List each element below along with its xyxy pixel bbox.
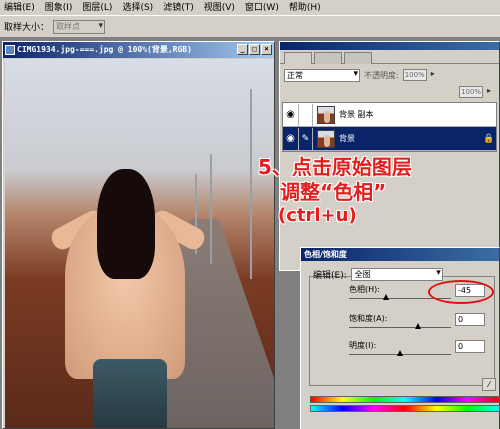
photoshop-doc-icon — [5, 45, 15, 55]
fill-field[interactable]: 100% — [459, 86, 483, 98]
lightness-slider-handle[interactable] — [397, 350, 403, 356]
annotation-line-3: (ctrl+u) — [278, 205, 357, 226]
street-lamp — [210, 154, 212, 264]
opacity-label: 不透明度: — [364, 70, 399, 80]
opacity-arrow-icon[interactable]: ▸ — [431, 69, 439, 81]
lock-row: 100% ▸ — [284, 85, 495, 99]
saturation-control: 饱和度(A): 0 — [349, 313, 489, 329]
edit-row: 编辑(E): 全图 — [313, 268, 443, 281]
menu-select[interactable]: 选择(S) — [118, 0, 159, 16]
blend-mode-select[interactable]: 正常 — [284, 68, 360, 82]
layer-row[interactable]: ◉ 背景 副本 — [283, 103, 496, 127]
document-title-bar[interactable]: CIMG1934.jpg-===.jpg @ 100%(背景,RGB) _ □ … — [3, 42, 274, 58]
layer-thumbnail — [317, 129, 335, 148]
brush-icon[interactable]: ✎ — [299, 127, 313, 150]
annotation-line-1: 5、点击原始图层 — [258, 155, 412, 179]
color-spectrum-bars — [310, 396, 500, 412]
menu-edit[interactable]: 编辑(E) — [0, 0, 41, 16]
girl-jeans — [93, 359, 167, 428]
link-icon[interactable] — [299, 103, 313, 126]
layer-name: 背景 副本 — [339, 110, 374, 119]
menu-image[interactable]: 图象(I) — [41, 0, 79, 16]
dialog-title[interactable]: 色相/饱和度 — [301, 248, 499, 261]
photo-canvas[interactable] — [5, 59, 274, 428]
sample-size-label: 取样大小： — [4, 23, 50, 33]
edit-select[interactable]: 全图 — [350, 268, 443, 281]
menu-window[interactable]: 窗口(W) — [241, 0, 285, 16]
close-icon[interactable]: × — [261, 44, 272, 55]
minimize-icon[interactable]: _ — [237, 44, 248, 55]
window-controls: _ □ × — [237, 44, 272, 55]
saturation-slider-track[interactable] — [349, 327, 451, 328]
menu-view[interactable]: 视图(V) — [200, 0, 241, 16]
document-title: CIMG1934.jpg-===.jpg @ 100%(背景,RGB) — [17, 45, 192, 54]
input-spectrum-bar — [310, 396, 500, 403]
menu-bar: 编辑(E) 图象(I) 图层(L) 选择(S) 滤镜(T) 视图(V) 窗口(W… — [0, 0, 500, 16]
girl-hair — [97, 169, 155, 279]
panel-title-bar[interactable] — [280, 42, 499, 50]
layer-name: 背景 — [339, 134, 355, 143]
panel-tabs — [280, 50, 499, 64]
fill-arrow-icon[interactable]: ▸ — [487, 86, 495, 98]
sample-size-select[interactable]: 取样点 — [53, 19, 106, 34]
tutorial-annotation: 5、点击原始图层 调整“色相” (ctrl+u) — [258, 155, 468, 228]
annotation-line-2: 调整“色相” — [280, 180, 387, 204]
eyedropper-icon[interactable]: ⁄ — [482, 378, 496, 391]
tab-paths[interactable] — [344, 52, 372, 64]
saturation-field[interactable]: 0 — [455, 313, 485, 326]
layer-list: ◉ 背景 副本 ◉ ✎ 背景 🔒 — [282, 102, 497, 152]
eye-icon[interactable]: ◉ — [283, 103, 299, 126]
lock-icon: 🔒 — [483, 133, 495, 144]
layer-thumbnail — [317, 105, 335, 124]
lightness-control: 明度(I): 0 — [349, 340, 489, 356]
tab-channels[interactable] — [314, 52, 342, 64]
hue-slider-handle[interactable] — [383, 294, 389, 300]
blend-row: 正常 不透明度: 100% ▸ — [284, 68, 495, 82]
eye-icon[interactable]: ◉ — [283, 127, 299, 150]
menu-layer[interactable]: 图层(L) — [78, 0, 118, 16]
street-lamp — [250, 89, 252, 279]
document-window: CIMG1934.jpg-===.jpg @ 100%(背景,RGB) _ □ … — [2, 41, 275, 429]
menu-help[interactable]: 帮助(H) — [285, 0, 327, 16]
menu-filter[interactable]: 滤镜(T) — [159, 0, 200, 16]
tab-layers[interactable] — [284, 52, 312, 64]
output-spectrum-bar — [310, 405, 500, 412]
layer-row-selected[interactable]: ◉ ✎ 背景 🔒 — [283, 127, 496, 151]
highlight-ellipse — [428, 280, 494, 304]
saturation-slider-handle[interactable] — [415, 323, 421, 329]
lightness-field[interactable]: 0 — [455, 340, 485, 353]
maximize-icon[interactable]: □ — [249, 44, 260, 55]
opacity-field[interactable]: 100% — [402, 69, 427, 81]
edit-label: 编辑(E): — [313, 271, 347, 281]
options-bar: 取样大小： 取样点 — [0, 16, 500, 38]
